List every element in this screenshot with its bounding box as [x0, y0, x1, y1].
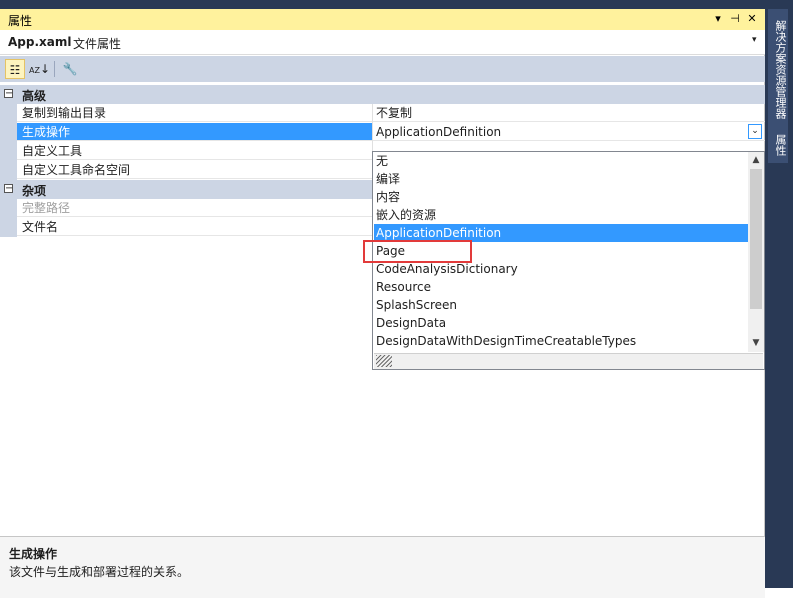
row-gutter [0, 161, 17, 180]
annotation-highlight-box [363, 240, 472, 263]
description-title: 生成操作 [9, 547, 58, 561]
collapse-icon[interactable]: − [4, 89, 13, 99]
collapse-icon[interactable]: − [4, 184, 13, 194]
dropdown-option[interactable]: Resource [374, 278, 748, 296]
property-name: 完整路径 [17, 199, 372, 217]
title-bar: 属性 ▾ ⊣ ✕ [0, 9, 765, 30]
side-tab-solution-explorer[interactable]: 解决方案资源管理器 [768, 9, 788, 129]
properties-window: 属性 ▾ ⊣ ✕ App.xaml 文件属性 ▾ ☷ AZ↓ 🔧 − 高级 复制… [0, 9, 765, 598]
category-label: 高级 [22, 89, 47, 103]
side-tab-properties[interactable]: 属性 [768, 127, 788, 163]
sort-arrow: ↓ [39, 62, 51, 76]
row-gutter [0, 218, 17, 237]
toolbar-separator [54, 61, 55, 77]
property-name: 复制到输出目录 [17, 104, 372, 122]
top-frame-strip [0, 0, 793, 9]
window-menu-button[interactable]: ▾ [711, 11, 725, 27]
scroll-down-icon[interactable]: ▼ [748, 335, 764, 351]
close-icon[interactable]: ✕ [745, 11, 759, 27]
scroll-up-icon[interactable]: ▲ [748, 152, 764, 168]
scrollbar-thumb[interactable] [750, 169, 762, 309]
property-row-build-action[interactable]: 生成操作 ApplicationDefinition ⌄ [0, 123, 765, 142]
property-name: 自定义工具命名空间 [17, 161, 372, 179]
pin-icon[interactable]: ⊣ [728, 11, 742, 27]
dropdown-option[interactable]: DesignData [374, 314, 748, 332]
chevron-down-icon[interactable]: ⌄ [748, 124, 762, 139]
property-name: 自定义工具 [17, 142, 372, 160]
row-gutter [0, 199, 17, 218]
description-text: 该文件与生成和部署过程的关系。 [9, 565, 190, 579]
object-name: App.xaml [8, 35, 72, 49]
dropdown-option[interactable]: 内容 [374, 188, 748, 206]
row-gutter [0, 104, 17, 123]
alphabetical-sort-icon[interactable]: AZ↓ [29, 59, 51, 79]
resize-grip[interactable] [374, 353, 763, 369]
object-selector[interactable]: App.xaml 文件属性 ▾ [0, 30, 765, 55]
row-gutter [0, 123, 17, 142]
dropdown-option[interactable]: DesignDataWithDesignTimeCreatableTypes [374, 332, 748, 350]
categorized-view-icon[interactable]: ☷ [5, 59, 25, 79]
dropdown-scrollbar[interactable]: ▲ ▼ [748, 152, 764, 352]
window-title: 属性 [8, 14, 33, 28]
dropdown-option[interactable]: SplashScreen [374, 296, 748, 314]
property-value[interactable]: 不复制 [373, 104, 765, 122]
resize-grip-icon[interactable] [376, 355, 392, 367]
property-name: 文件名 [17, 218, 372, 236]
chevron-down-icon[interactable]: ▾ [752, 35, 757, 45]
build-action-combo[interactable]: ApplicationDefinition [373, 123, 765, 141]
right-dock-rail: 解决方案资源管理器 属性 [765, 9, 793, 588]
row-gutter [0, 142, 17, 161]
properties-toolbar: ☷ AZ↓ 🔧 [0, 56, 765, 82]
wrench-icon[interactable]: 🔧 [60, 59, 80, 79]
property-name: 生成操作 [17, 123, 372, 141]
category-label: 杂项 [22, 184, 47, 198]
description-panel: 生成操作 该文件与生成和部署过程的关系。 [0, 536, 765, 598]
dropdown-option[interactable]: 编译 [374, 170, 748, 188]
property-row-copy-to-output[interactable]: 复制到输出目录 不复制 [0, 104, 765, 123]
category-advanced[interactable]: − 高级 [0, 85, 765, 104]
dropdown-option[interactable]: 嵌入的资源 [374, 206, 748, 224]
object-type: 文件属性 [73, 37, 122, 51]
dropdown-option[interactable]: 无 [374, 152, 748, 170]
